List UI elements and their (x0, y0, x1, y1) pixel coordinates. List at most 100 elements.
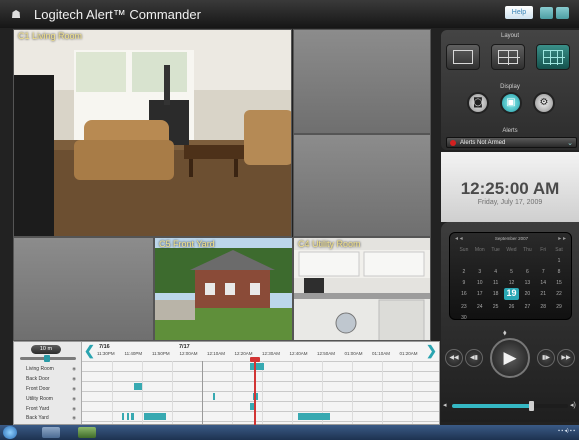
event-block[interactable] (131, 413, 134, 420)
calendar-day (472, 258, 488, 265)
play-icon[interactable]: ▶ (490, 338, 530, 378)
eye-icon: ◉ (72, 406, 76, 411)
zoom-level-button[interactable]: 10 m (31, 345, 61, 354)
calendar-day[interactable]: 24 (472, 304, 488, 311)
camera-view-front-yard[interactable]: C5 Front Yard (154, 237, 293, 341)
calendar-day[interactable]: 28 (535, 304, 551, 311)
timeline-grid[interactable] (82, 357, 439, 427)
calendar-day[interactable]: 6 (519, 269, 535, 276)
zoom-knob[interactable] (44, 355, 50, 362)
timeline-header: ❮ 7/16 7/17 11:30PM 11:40PM 11:50PM 12:00AM… (82, 342, 439, 360)
calendar-day (535, 258, 551, 265)
step-back-icon[interactable]: ◀▮ (465, 349, 483, 367)
timeline-row-label[interactable]: Living Room ◉ (26, 366, 76, 372)
calendar-day[interactable]: 20 (519, 291, 535, 298)
camera-icon[interactable]: ◙ (467, 92, 489, 114)
calendar-weekday: Tue (491, 247, 500, 253)
camera-view-empty-2[interactable] (293, 134, 431, 237)
chevron-down-icon: ⌄ (567, 139, 573, 147)
eye-icon: ◉ (72, 386, 76, 391)
timeline-row-label[interactable]: Front Yard ◉ (26, 406, 76, 412)
calendar-day[interactable]: 18 (488, 291, 504, 298)
calendar-day-selected[interactable]: 19 (503, 288, 520, 300)
camera-view-living-room[interactable]: C1 Living Room (13, 29, 292, 237)
timeline-row-label[interactable]: Back Door ◉ (26, 376, 76, 382)
timeline-row-label[interactable]: Front Door ◉ (26, 386, 76, 392)
app-window: ☗ Logitech Alert™ Commander Help C1 Livi… (0, 0, 579, 440)
taskbar-app-icon[interactable] (78, 427, 96, 438)
front-yard-image (155, 238, 292, 340)
camera-view-utility-room[interactable]: C4 Utility Room (293, 237, 431, 341)
event-block[interactable] (213, 393, 215, 400)
camera-view-empty-1[interactable] (293, 29, 431, 134)
calendar-day[interactable]: 17 (472, 291, 488, 298)
layout-single-button[interactable] (446, 44, 480, 70)
timeline-row-label[interactable]: Utility Room ◉ (26, 396, 76, 402)
help-button[interactable]: Help (505, 6, 533, 19)
calendar-day[interactable]: 30 (456, 315, 472, 322)
minimize-button[interactable] (540, 7, 553, 19)
calendar-day[interactable]: 25 (488, 304, 504, 311)
calendar-day[interactable]: 13 (519, 280, 535, 287)
calendar-day[interactable]: 22 (551, 291, 567, 298)
calendar-day[interactable]: 14 (535, 280, 551, 287)
gear-icon[interactable]: ⚙ (533, 92, 555, 114)
calendar-day[interactable]: 5 (504, 269, 520, 276)
current-date: Friday, July 17, 2009 (477, 199, 543, 206)
utility-room-image (294, 238, 430, 340)
start-button[interactable] (3, 426, 17, 439)
layout-caption: Layout (500, 33, 519, 39)
calendar-day[interactable]: 21 (535, 291, 551, 298)
eye-icon: ◉ (72, 415, 76, 420)
calendar-day[interactable]: 26 (504, 304, 520, 311)
step-forward-icon[interactable]: ▮▶ (537, 349, 555, 367)
zoom-slider[interactable] (20, 355, 76, 362)
maximize-button[interactable] (556, 7, 569, 19)
calendar-day[interactable]: 12 (504, 280, 520, 287)
timeline-row-label[interactable]: Back Yard ◉ (26, 415, 76, 421)
calendar-day[interactable]: 2 (456, 269, 472, 276)
event-block[interactable] (250, 363, 264, 370)
alerts-dropdown[interactable]: Alerts Not Armed ⌄ (446, 137, 577, 148)
calendar-day[interactable]: 23 (456, 304, 472, 311)
event-block[interactable] (134, 383, 142, 390)
calendar: ◂ ◂ September 2007 ▸ ▸ Sun Mon Tue Wed Thu Fr… (449, 232, 572, 322)
layout-grid-button[interactable] (536, 44, 570, 70)
monitor-icon[interactable]: ▣ (500, 92, 522, 114)
calendar-day[interactable]: 27 (519, 304, 535, 311)
alerts-caption: Alerts (502, 128, 518, 134)
event-block[interactable] (144, 413, 166, 420)
calendar-day[interactable]: 4 (488, 269, 504, 276)
event-block[interactable] (127, 413, 129, 420)
event-block[interactable] (122, 413, 124, 420)
timeline: 10 m Living Room ◉ Back Door ◉ Front Door ◉… (13, 341, 440, 427)
calendar-month: September 2007 (494, 236, 529, 241)
calendar-day (456, 258, 472, 265)
calendar-day[interactable]: 15 (551, 280, 567, 287)
camera-view-empty-3[interactable] (13, 237, 154, 341)
volume-slider[interactable] (452, 401, 568, 411)
volume-knob[interactable] (528, 401, 534, 411)
calendar-day[interactable]: 1 (551, 258, 567, 265)
event-block[interactable] (298, 413, 330, 420)
calendar-day[interactable]: 16 (456, 291, 472, 298)
calendar-day[interactable]: 10 (472, 280, 488, 287)
calendar-day[interactable]: 9 (456, 280, 472, 287)
camera-label: C4 Utility Room (298, 239, 361, 249)
layout-quad-button[interactable] (491, 44, 525, 70)
playhead[interactable] (254, 359, 256, 427)
calendar-next-icon[interactable]: ▸ ▸ (558, 235, 566, 242)
calendar-day[interactable]: 11 (488, 280, 504, 287)
timeline-tick-label: 01:10AM (372, 351, 391, 356)
skip-forward-icon[interactable]: ▶▶ (557, 349, 575, 367)
skip-back-icon[interactable]: ◀◀ (445, 349, 463, 367)
timeline-tick-label: 12:30AM (262, 351, 281, 356)
calendar-day[interactable]: 29 (551, 304, 567, 311)
timeline-camera-list: 10 m Living Room ◉ Back Door ◉ Front Door ◉… (14, 342, 82, 424)
timeline-prev-icon[interactable]: ❮ (84, 343, 95, 359)
calendar-day[interactable]: 7 (535, 269, 551, 276)
calendar-day[interactable]: 8 (551, 269, 567, 276)
calendar-day[interactable]: 3 (472, 269, 488, 276)
timeline-next-icon[interactable]: ❯ (426, 343, 437, 359)
taskbar-folder-icon[interactable] (42, 427, 60, 438)
